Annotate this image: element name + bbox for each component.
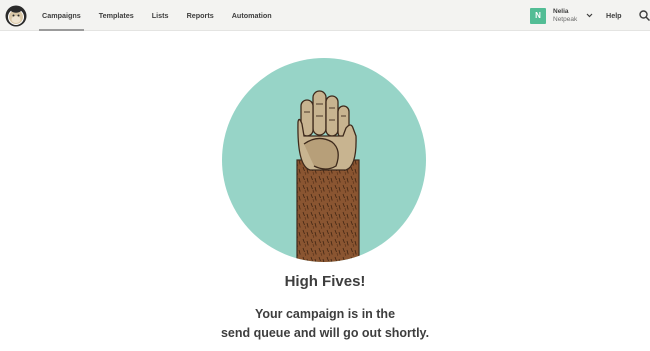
chevron-down-icon <box>586 13 593 18</box>
confirmation-title: High Fives! <box>284 273 366 290</box>
nav-templates[interactable]: Templates <box>99 0 134 31</box>
nav-campaigns[interactable]: Campaigns <box>39 0 84 31</box>
account-info: Nelia Netpeak <box>553 8 577 24</box>
confirmation-message-line-2: send queue and will go out shortly. <box>220 326 430 340</box>
high-five-hand-icon <box>222 58 426 262</box>
main-nav: Campaigns Templates Lists Reports Automa… <box>39 0 290 31</box>
confirmation-message-line-1: Your campaign is in the <box>254 307 396 321</box>
avatar: N <box>530 8 546 24</box>
account-menu[interactable]: N Nelia Netpeak <box>530 7 593 25</box>
account-organization: Netpeak <box>553 16 578 23</box>
chimp-logo-icon[interactable] <box>5 5 27 27</box>
search-icon[interactable] <box>639 10 650 21</box>
nav-automation[interactable]: Automation <box>232 0 272 31</box>
account-name: Nelia <box>553 8 569 15</box>
nav-reports[interactable]: Reports <box>187 0 214 31</box>
nav-lists[interactable]: Lists <box>152 0 169 31</box>
confirmation-message: Your campaign is in the send queue and w… <box>0 305 650 343</box>
top-navigation-bar: Campaigns Templates Lists Reports Automa… <box>0 0 650 31</box>
help-link[interactable]: Help <box>606 0 622 31</box>
